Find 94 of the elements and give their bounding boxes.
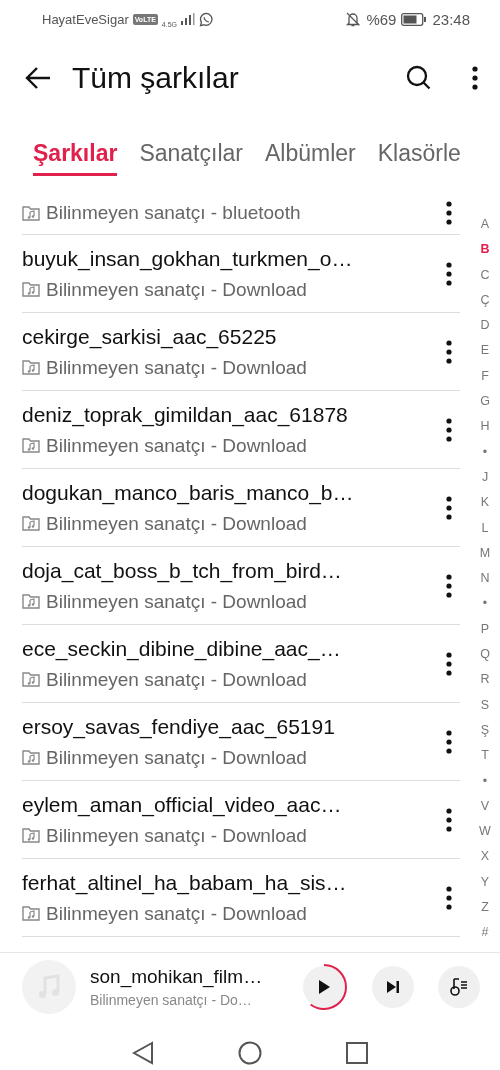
carrier-name: HayatEveSigar [42, 11, 129, 27]
song-subtitle: Bilinmeyen sanatçı - Download [46, 590, 307, 613]
home-nav-icon[interactable] [238, 1041, 262, 1065]
tab[interactable]: Şarkılar [33, 140, 118, 176]
more-icon[interactable] [446, 729, 452, 754]
index-letter[interactable]: A [480, 212, 490, 238]
muted-bell-icon [345, 11, 362, 27]
queue-button[interactable] [438, 966, 480, 1008]
back-arrow-icon[interactable] [24, 66, 52, 90]
index-letter[interactable]: B [480, 237, 490, 263]
more-icon[interactable] [446, 807, 452, 832]
index-letter[interactable]: • [482, 768, 488, 794]
index-letter[interactable]: P [480, 616, 490, 643]
index-letter[interactable]: F [481, 363, 489, 390]
index-letter[interactable]: T [481, 743, 489, 769]
song-title[interactable]: ferhat_altinel_ha_babam_ha_sis… [22, 870, 440, 895]
music-folder-icon [22, 205, 40, 221]
music-folder-icon [22, 282, 40, 297]
more-icon[interactable] [446, 495, 452, 520]
index-letter[interactable]: H [480, 414, 490, 440]
index-letter[interactable]: D [480, 313, 490, 339]
index-letter[interactable]: L [481, 515, 489, 541]
skip-next-icon [386, 980, 400, 994]
index-letter[interactable]: Ç [480, 287, 490, 314]
battery-percent: %69 [366, 10, 397, 28]
index-letter[interactable]: C [480, 262, 490, 288]
index-letter[interactable]: W [479, 819, 491, 845]
song-subtitle: Bilinmeyen sanatçı - Download [46, 668, 307, 691]
tab[interactable]: Albümler [264, 140, 356, 176]
now-playing-subtitle: Bilinmeyen sanatçı - Do… [90, 992, 253, 1008]
back-nav-icon[interactable] [132, 1041, 154, 1065]
more-icon[interactable] [446, 573, 452, 598]
next-button[interactable] [372, 966, 414, 1008]
index-letter[interactable]: Z [481, 895, 489, 921]
index-letter[interactable]: G [480, 389, 490, 415]
index-letter[interactable]: R [480, 667, 490, 693]
song-title[interactable]: dogukan_manco_baris_manco_b… [22, 480, 440, 505]
index-letter[interactable]: • [482, 591, 488, 617]
index-letter[interactable]: Ş [480, 717, 490, 744]
music-folder-icon [22, 438, 40, 453]
index-letter[interactable]: S [480, 692, 490, 718]
more-icon[interactable] [446, 201, 452, 225]
more-icon[interactable] [446, 261, 452, 286]
index-letter[interactable]: Q [480, 642, 490, 668]
music-folder-icon [22, 672, 40, 687]
play-icon [317, 979, 331, 995]
index-letter[interactable]: M [479, 540, 491, 567]
song-subtitle: Bilinmeyen sanatçı - Download [46, 824, 307, 847]
index-letter[interactable]: J [481, 464, 489, 491]
song-title[interactable]: ersoy_savas_fendiye_aac_65191 [22, 714, 440, 739]
song-subtitle: Bilinmeyen sanatçı - Download [46, 512, 307, 535]
song-title[interactable]: cekirge_sarkisi_aac_65225 [22, 324, 440, 349]
index-letter[interactable]: N [480, 566, 490, 592]
song-subtitle: Bilinmeyen sanatçı - Download [46, 434, 307, 457]
song-subtitle: Bilinmeyen sanatçı - Download [46, 902, 307, 925]
music-folder-icon [22, 516, 40, 531]
play-button[interactable] [303, 966, 345, 1008]
song-title[interactable]: ece_seckin_dibine_dibine_aac_… [22, 636, 440, 661]
song-subtitle: Bilinmeyen sanatçı - Download [46, 356, 307, 379]
more-icon[interactable] [446, 885, 452, 910]
music-folder-icon [22, 750, 40, 765]
search-icon[interactable] [406, 65, 432, 91]
song-title[interactable]: doja_cat_boss_b_tch_from_bird… [22, 558, 440, 583]
index-letter[interactable]: V [480, 793, 490, 820]
music-folder-icon [22, 828, 40, 843]
index-letter[interactable]: K [480, 490, 490, 516]
index-letter[interactable]: # [481, 920, 489, 946]
tab[interactable]: Sanatçılar [139, 140, 243, 176]
battery-icon [401, 12, 428, 26]
recents-nav-icon[interactable] [346, 1042, 368, 1064]
music-queue-icon [449, 977, 469, 997]
more-icon[interactable] [446, 417, 452, 442]
song-subtitle: Bilinmeyen sanatçı - Download [46, 746, 307, 769]
index-letter[interactable]: Y [480, 869, 490, 895]
index-letter[interactable]: X [480, 844, 490, 870]
music-folder-icon [22, 594, 40, 609]
music-folder-icon [22, 360, 40, 375]
song-title[interactable]: eylem_aman_official_video_aac… [22, 792, 440, 817]
chat-bubble-icon [199, 11, 215, 27]
signal-icon [181, 13, 196, 25]
music-folder-icon [22, 906, 40, 921]
clock: 23:48 [432, 10, 470, 28]
more-icon[interactable] [472, 66, 478, 90]
more-icon[interactable] [446, 651, 452, 676]
song-subtitle: Bilinmeyen sanatçı - Download [46, 278, 307, 301]
song-title[interactable]: buyuk_insan_gokhan_turkmen_o… [22, 246, 440, 271]
now-playing-title: son_mohikan_film… [90, 966, 264, 988]
page-title: Tüm şarkılar [72, 61, 240, 95]
index-letter[interactable]: E [480, 338, 490, 364]
song-subtitle: Bilinmeyen sanatçı - bluetooth [46, 202, 301, 224]
more-icon[interactable] [446, 339, 452, 364]
song-title[interactable]: deniz_toprak_gimildan_aac_61878 [22, 402, 440, 427]
index-letter[interactable]: • [482, 439, 488, 465]
tab[interactable]: Klasörle [377, 140, 461, 176]
